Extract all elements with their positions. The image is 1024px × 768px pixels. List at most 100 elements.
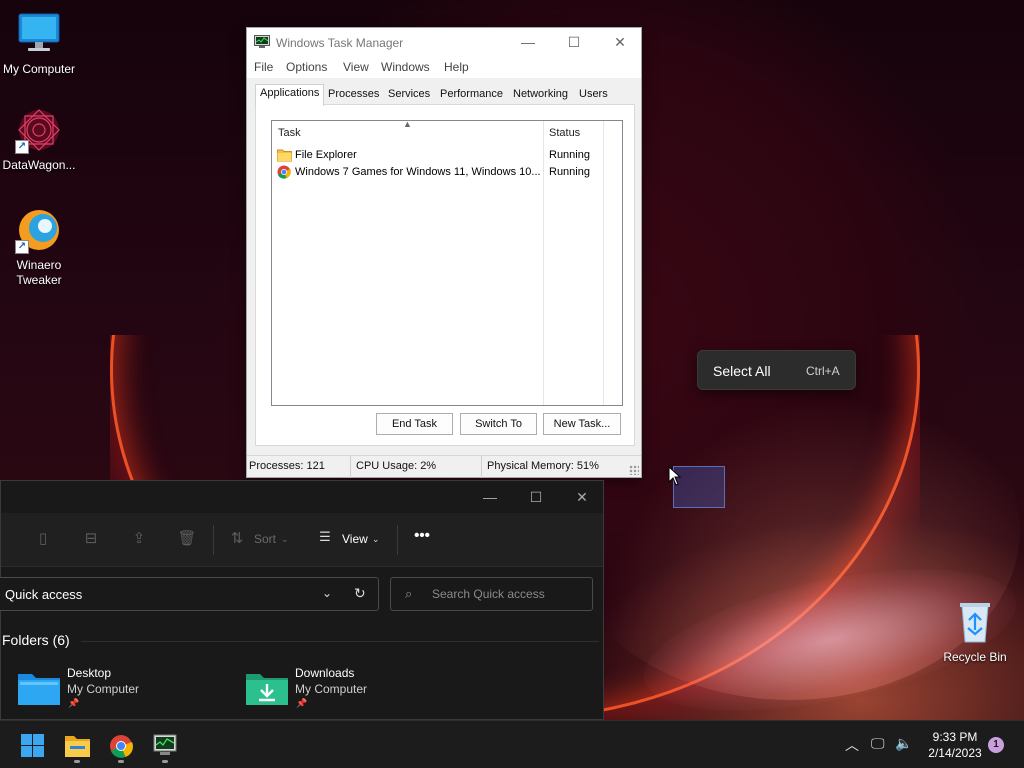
taskbar-chrome[interactable] [101, 729, 141, 763]
task-name: File Explorer [295, 149, 357, 161]
running-indicator [118, 760, 124, 763]
shortcut-arrow-icon: ↗ [15, 240, 29, 254]
minimize-button[interactable]: — [505, 28, 551, 58]
address-text: Quick access [5, 587, 83, 602]
address-bar[interactable]: Quick access ⌄ ↻ [0, 577, 379, 611]
recycle-bin-icon [951, 598, 999, 646]
folder-icon [277, 148, 292, 162]
clock[interactable]: 9:33 PM 2/14/2023 [920, 729, 990, 761]
window-title: Windows Task Manager [276, 36, 404, 50]
close-button[interactable]: ✕ [559, 485, 605, 511]
chevron-down-icon[interactable]: ⌄ [322, 586, 332, 600]
shortcut-arrow-icon: ↗ [15, 140, 29, 154]
refresh-icon[interactable]: ↻ [354, 585, 366, 602]
new-task-button[interactable]: New Task... [543, 413, 621, 435]
tab-performance[interactable]: Performance [440, 88, 503, 100]
close-button[interactable]: ✕ [597, 28, 643, 58]
table-row[interactable]: Windows 7 Games for Windows 11, Windows … [276, 164, 618, 181]
clock-time: 9:33 PM [932, 730, 978, 744]
desktop-folder-icon [17, 670, 61, 709]
status-cpu: CPU Usage: 2% [356, 460, 437, 472]
status-divider [481, 456, 482, 478]
menu-item-shortcut: Ctrl+A [806, 364, 840, 378]
sort-ascending-icon: ▲ [403, 119, 412, 129]
column-header-task[interactable]: Task [278, 127, 301, 139]
file-explorer-titlebar[interactable]: — ☐ ✕ [1, 481, 603, 513]
monitor-icon [15, 10, 63, 58]
toolbar-divider [397, 525, 398, 555]
status-bar: Processes: 121 CPU Usage: 2% Physical Me… [247, 455, 641, 478]
menu-bar: File Options View Windows Help [247, 58, 641, 78]
desktop-icon-label: Recycle Bin [943, 650, 1007, 664]
status-processes: Processes: 121 [249, 460, 325, 472]
desktop-icon-label: Winaero Tweaker [16, 258, 62, 287]
desktop-icon-label: My Computer [2, 62, 76, 76]
tab-networking[interactable]: Networking [513, 88, 568, 100]
volume-icon[interactable]: 🔈 [895, 735, 912, 752]
desktop-icon-winaero-tweaker[interactable]: ↗ Winaero Tweaker [0, 206, 78, 288]
switch-to-button[interactable]: Switch To [460, 413, 537, 435]
taskbar: ︿ 🖵 🔈 9:33 PM 2/14/2023 1 [0, 720, 1024, 768]
status-memory: Physical Memory: 51% [487, 460, 599, 472]
end-task-button[interactable]: End Task [376, 413, 453, 435]
chevron-down-icon: ⌄ [372, 534, 380, 544]
folder-location: My Computer [67, 682, 140, 696]
delete-icon[interactable]: 🗑 [176, 529, 198, 551]
maximize-button[interactable]: ☐ [551, 28, 597, 58]
menu-help[interactable]: Help [444, 60, 469, 74]
column-header-status[interactable]: Status [549, 127, 580, 139]
context-menu: Select All Ctrl+A [697, 350, 856, 390]
task-manager-titlebar[interactable]: Windows Task Manager — ☐ ✕ [247, 28, 641, 58]
menu-file[interactable]: File [254, 60, 273, 74]
minimize-button[interactable]: — [467, 485, 513, 511]
folder-name: Downloads [295, 666, 355, 680]
menu-item-select-all[interactable]: Select All [713, 363, 771, 379]
task-manager-icon [153, 734, 177, 755]
chrome-icon [277, 165, 292, 179]
view-button[interactable]: View [342, 532, 368, 546]
folder-name: Desktop [67, 666, 112, 680]
desktop-icon-recycle-bin[interactable]: Recycle Bin [936, 598, 1014, 665]
desktop-icon-datawagon[interactable]: ↗ DataWagon... [0, 106, 78, 173]
folder-tile-desktop[interactable]: Desktop My Computer 📌 [17, 666, 217, 710]
notification-badge[interactable]: 1 [988, 737, 1004, 753]
menu-view[interactable]: View [343, 60, 369, 74]
task-status: Running [549, 149, 590, 161]
menu-windows[interactable]: Windows [381, 60, 430, 74]
running-indicator [162, 760, 168, 763]
sort-button[interactable]: Sort [254, 532, 276, 546]
taskbar-task-manager[interactable] [145, 729, 185, 763]
menu-options[interactable]: Options [286, 60, 327, 74]
chrome-icon [110, 735, 133, 758]
rename-icon[interactable]: ⊟ [80, 529, 102, 551]
tab-users[interactable]: Users [579, 88, 608, 100]
tab-applications[interactable]: Applications [255, 84, 325, 106]
resize-grip-icon[interactable] [629, 465, 639, 475]
maximize-button[interactable]: ☐ [513, 485, 559, 511]
clock-date: 2/14/2023 [928, 746, 982, 760]
applications-list[interactable]: ▲ Task Status File Explorer Running Wind… [271, 119, 623, 406]
table-row[interactable]: File Explorer Running [276, 147, 618, 164]
network-icon[interactable]: 🖵 [871, 735, 885, 752]
section-title-folders[interactable]: Folders (6) [2, 632, 70, 648]
pin-icon: 📌 [68, 698, 80, 708]
tab-processes[interactable]: Processes [328, 88, 379, 100]
applications-panel: ▲ Task Status File Explorer Running Wind… [255, 104, 635, 446]
task-manager-window: Windows Task Manager — ☐ ✕ File Options … [246, 27, 642, 478]
tab-services[interactable]: Services [388, 88, 430, 100]
start-button[interactable] [12, 729, 52, 763]
downloads-folder-icon [245, 670, 289, 709]
taskbar-file-explorer[interactable] [57, 729, 97, 763]
more-options-icon[interactable]: ••• [411, 527, 433, 549]
chevron-up-icon[interactable]: ︿ [845, 735, 859, 755]
section-divider [81, 641, 599, 642]
paste-icon[interactable]: ▯ [32, 529, 54, 551]
status-divider [350, 456, 351, 478]
share-icon[interactable]: ⇪ [128, 529, 150, 551]
folder-tile-downloads[interactable]: Downloads My Computer 📌 [245, 666, 445, 710]
search-box[interactable]: ⌕ Search Quick access [390, 577, 593, 611]
desktop-icon-label: DataWagon... [2, 158, 76, 172]
desktop-icon-my-computer[interactable]: My Computer [0, 10, 78, 77]
datawagon-icon: ↗ [15, 106, 63, 154]
windows-logo-icon [21, 734, 44, 757]
